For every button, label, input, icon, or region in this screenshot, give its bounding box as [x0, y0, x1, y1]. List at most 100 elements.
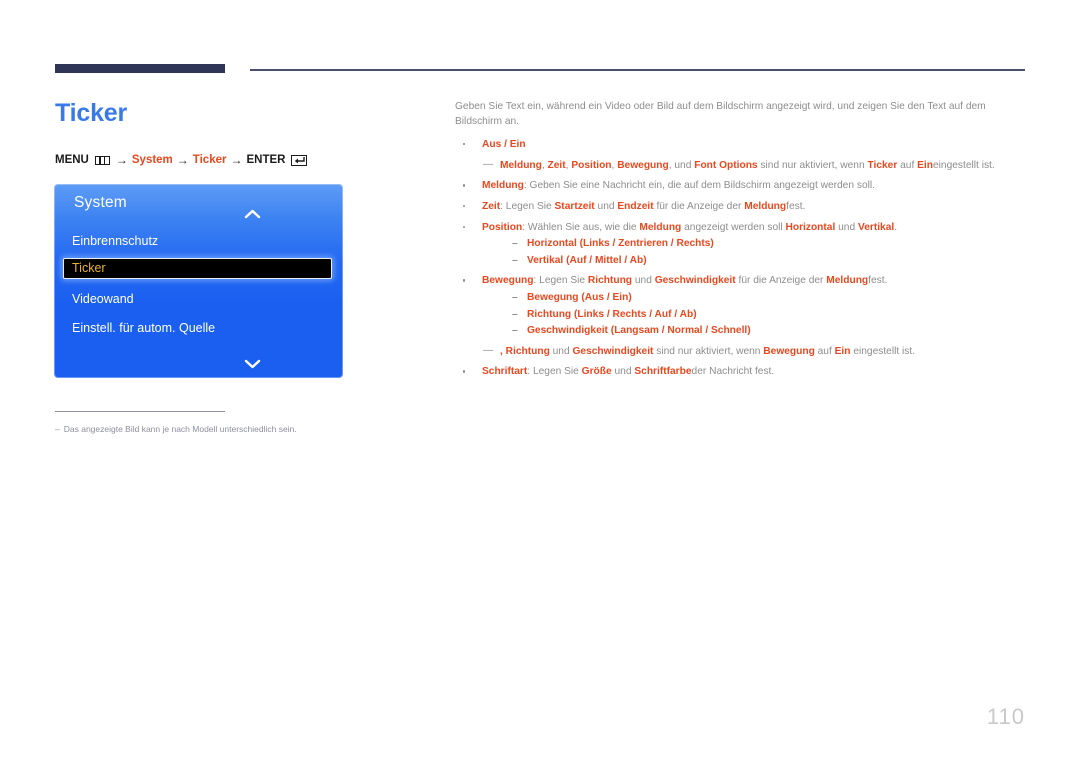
term-meldung: Meldung: [500, 159, 542, 171]
intro-paragraph: Geben Sie Text ein, während ein Video od…: [455, 101, 986, 127]
bullet-dot: [463, 184, 466, 187]
osd-item-ticker-label: Ticker: [72, 261, 106, 275]
path-arrow-2: →: [176, 153, 189, 167]
term-bewegung: Bewegung: [527, 291, 579, 303]
term-vertikal: Vertikal: [857, 221, 895, 233]
bullet-schriftart: Schriftart: Legen Sie Größe und Schriftf…: [455, 365, 995, 380]
term-position: Position: [571, 159, 612, 171]
text: auf: [814, 345, 835, 357]
text: und: [549, 345, 573, 357]
text: und: [611, 366, 635, 378]
options-bewegung: (Aus / Ein): [581, 291, 632, 303]
term-ticker: Ticker: [867, 159, 898, 171]
text: : Legen Sie: [527, 366, 582, 378]
term-endzeit: Endzeit: [617, 200, 654, 212]
footnote-divider: [55, 411, 225, 412]
subitem-dash: –: [512, 325, 518, 337]
term-geschwindigkeit: Geschwindigkeit: [654, 275, 736, 287]
subitem-bewegung: – Bewegung (Aus / Ein): [482, 291, 995, 306]
options-geschwindigkeit: (Langsam / Normal / Schnell): [610, 325, 751, 337]
bullet-dot: [463, 279, 466, 282]
subitem-richtung: – Richtung (Links / Rechts / Auf / Ab): [482, 308, 995, 323]
chevron-down-icon[interactable]: [244, 356, 261, 374]
osd-item-ticker-selected[interactable]: Ticker: [63, 258, 332, 279]
header-rule-thin: [250, 69, 1025, 71]
text: und: [835, 221, 858, 233]
desc: : Geben Sie eine Nachricht ein, die auf …: [523, 180, 875, 192]
note-bewegung: —, Richtung und Geschwindigkeit sind nur…: [455, 345, 995, 360]
text: und: [632, 275, 655, 287]
menu-bars-icon: [94, 155, 110, 165]
subitem-dash: –: [512, 308, 518, 320]
footnote-text: Das angezeigte Bild kann je nach Modell …: [63, 424, 297, 434]
term-zeit: Zeit: [547, 159, 566, 171]
header-rule-thick: [55, 64, 225, 73]
term-meldung: Meldung: [482, 180, 524, 192]
bullet-position: Position: Wählen Sie aus, wie die Meldun…: [455, 221, 995, 269]
text: sind nur aktiviert, wenn: [653, 345, 764, 357]
text: sind nur aktiviert, wenn: [757, 159, 868, 171]
options-vertikal: (Auf / Mittel / Ab): [566, 254, 647, 266]
options-horizontal: (Links / Zentrieren / Rechts): [579, 238, 714, 250]
text: für die Anzeige der: [653, 200, 745, 212]
text: auf: [897, 159, 918, 171]
path-arrow-3: →: [230, 153, 243, 167]
text: und: [594, 200, 618, 212]
bullet-dot: [463, 204, 466, 208]
term-richtung: Richtung: [587, 275, 633, 287]
term-bewegung: Bewegung: [482, 275, 534, 287]
term-ein: Ein: [917, 159, 933, 171]
note-aus-ein: — Meldung, Zeit, Position, Bewegung, und …: [455, 159, 995, 174]
header-rule: [55, 64, 1025, 76]
term-horizontal: Horizontal: [527, 238, 577, 250]
text: : Wählen Sie aus, wie die: [522, 221, 640, 233]
osd-item-einbrennschutz[interactable]: Einbrennschutz: [72, 234, 158, 248]
path-step-ticker: Ticker: [192, 154, 227, 166]
osd-menu-panel[interactable]: System Einbrennschutz Ticker Videowand E…: [54, 184, 343, 378]
menu-label: MENU: [55, 154, 89, 166]
enter-return-icon: [291, 154, 308, 166]
term-startzeit: Startzeit: [554, 200, 595, 212]
osd-item-autom-quelle[interactable]: Einstell. für autom. Quelle: [72, 321, 215, 335]
term-aus-ein: Aus / Ein: [482, 139, 526, 151]
subitem-dash: –: [512, 291, 518, 303]
bullet-dot: [463, 370, 466, 373]
term-font-options: Font Options: [694, 159, 758, 171]
subitem-dash: –: [512, 238, 518, 250]
chevron-up-icon[interactable]: [244, 206, 261, 224]
footnote: – Das angezeigte Bild kann je nach Modell…: [55, 424, 297, 434]
osd-item-videowand[interactable]: Videowand: [72, 292, 134, 306]
text: für die Anzeige der: [735, 275, 827, 287]
page-title: Ticker: [55, 99, 128, 127]
menu-path-breadcrumb: MENU → System → Ticker → ENTER: [55, 153, 308, 167]
subitem-geschwindigkeit: – Geschwindigkeit (Langsam / Normal / Sch…: [482, 324, 995, 339]
term-richtung: Richtung: [527, 308, 572, 320]
text: eingestellt ist.: [932, 159, 995, 171]
term-schriftfarbe: Schriftfarbe: [634, 366, 692, 378]
path-arrow-1: →: [115, 153, 128, 167]
text: , und: [668, 159, 695, 171]
page-number: 110: [986, 704, 1025, 729]
text: : Legen Sie: [500, 200, 555, 212]
term-meldung: Meldung: [744, 200, 787, 212]
bullet-meldung: Meldung: Geben Sie eine Nachricht ein, d…: [455, 179, 995, 194]
text: eingestellt ist.: [850, 345, 916, 357]
text: fest.: [868, 275, 888, 287]
subitem-dash: –: [512, 254, 518, 266]
bullet-aus-ein: Aus / Ein: [455, 138, 995, 153]
term-geschwindigkeit: Geschwindigkeit: [572, 345, 654, 357]
text: fest.: [786, 200, 806, 212]
text: angezeigt werden soll: [681, 221, 786, 233]
term-horizontal: Horizontal: [785, 221, 836, 233]
note-emdash: —: [483, 344, 493, 356]
term-meldung: Meldung: [826, 275, 869, 287]
options-richtung: (Links / Rechts / Auf / Ab): [573, 308, 697, 320]
bullet-zeit: Zeit: Legen Sie Startzeit und Endzeit fü…: [455, 200, 995, 215]
term-geschwindigkeit: Geschwindigkeit: [527, 325, 608, 337]
content-body: Geben Sie Text ein, während ein Video od…: [455, 100, 995, 386]
term-ein: Ein: [834, 345, 851, 357]
text: : Legen Sie: [533, 275, 588, 287]
term-schriftart: Schriftart: [482, 366, 528, 378]
footnote-dash: –: [55, 424, 60, 434]
term-bewegung: Bewegung: [617, 159, 669, 171]
